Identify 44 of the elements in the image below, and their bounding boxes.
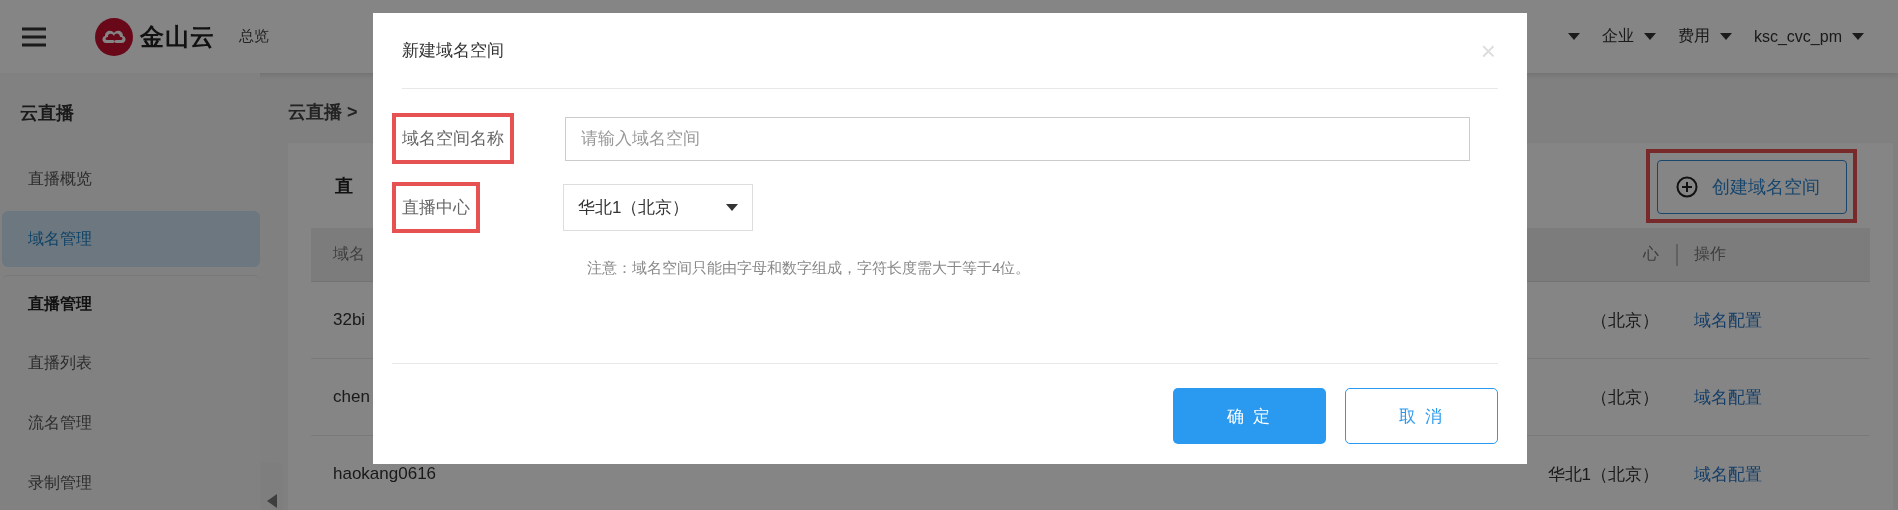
caret-icon xyxy=(1719,33,1732,40)
breadcrumb: 云直播 > xyxy=(288,102,358,122)
config-link[interactable]: 域名配置 xyxy=(1694,308,1762,332)
sidebar-item[interactable]: 流名管理 xyxy=(2,395,260,451)
create-namespace-button[interactable]: 创建域名空间 xyxy=(1657,159,1847,214)
sidebar-section-title: 直播管理 xyxy=(2,275,260,331)
column-header: 心 xyxy=(1643,244,1659,264)
caret-icon xyxy=(726,204,738,211)
table-cell-text: （北京） xyxy=(1591,386,1659,409)
cloud-logo-icon xyxy=(95,17,133,56)
config-link[interactable]: 域名配置 xyxy=(1694,385,1762,409)
card-title: 直 xyxy=(335,174,353,198)
nav-menu[interactable]: 费用 xyxy=(1677,26,1732,47)
sidebar-title: 云直播 xyxy=(19,102,75,125)
input-field[interactable]: 请输入域名空间 xyxy=(565,116,1470,161)
confirm-button[interactable]: 确 定 xyxy=(1173,388,1326,444)
caret-icon xyxy=(1643,33,1656,40)
sidebar-item[interactable]: 域名管理 xyxy=(2,211,260,267)
table-cell: 32bi xyxy=(333,310,366,330)
nav-menu[interactable]: ksc_cvc_pm xyxy=(1753,27,1864,46)
caret-icon xyxy=(1567,33,1580,40)
column-header: 域名 xyxy=(333,244,365,264)
note-text: 注意：域名空间只能由字母和数字组成，字符长度需大于等于4位。 xyxy=(587,259,1032,278)
sidebar-item[interactable]: 录制管理 xyxy=(2,455,260,510)
config-link[interactable]: 域名配置 xyxy=(1694,462,1762,486)
region-dropdown[interactable]: 华北1（北京） xyxy=(563,184,753,231)
table-cell: haokang0616 xyxy=(333,464,437,484)
table-cell: chen xyxy=(333,387,370,407)
table-cell-text: 华北1（北京） xyxy=(1547,463,1659,486)
nav-menu[interactable]: 企业 xyxy=(1601,26,1656,47)
field-label: 域名空间名称 xyxy=(392,113,514,164)
caret-icon xyxy=(1852,33,1864,40)
field-label: 直播中心 xyxy=(392,182,480,233)
logo-text: 金山云 xyxy=(140,21,215,52)
dialog-title: 新建域名空间 xyxy=(402,40,504,62)
sidebar-item[interactable]: 直播概览 xyxy=(2,151,260,207)
column-header: 操作 xyxy=(1694,244,1726,264)
table-cell-text: （北京） xyxy=(1591,309,1659,332)
sidebar-item[interactable]: 直播列表 xyxy=(2,335,260,391)
caret-left-icon xyxy=(267,494,277,508)
overview-link[interactable]: 总览 xyxy=(239,27,269,46)
menu-icon[interactable] xyxy=(22,26,46,47)
plus-circle-icon xyxy=(1676,175,1698,198)
cancel-button[interactable]: 取 消 xyxy=(1345,388,1498,444)
